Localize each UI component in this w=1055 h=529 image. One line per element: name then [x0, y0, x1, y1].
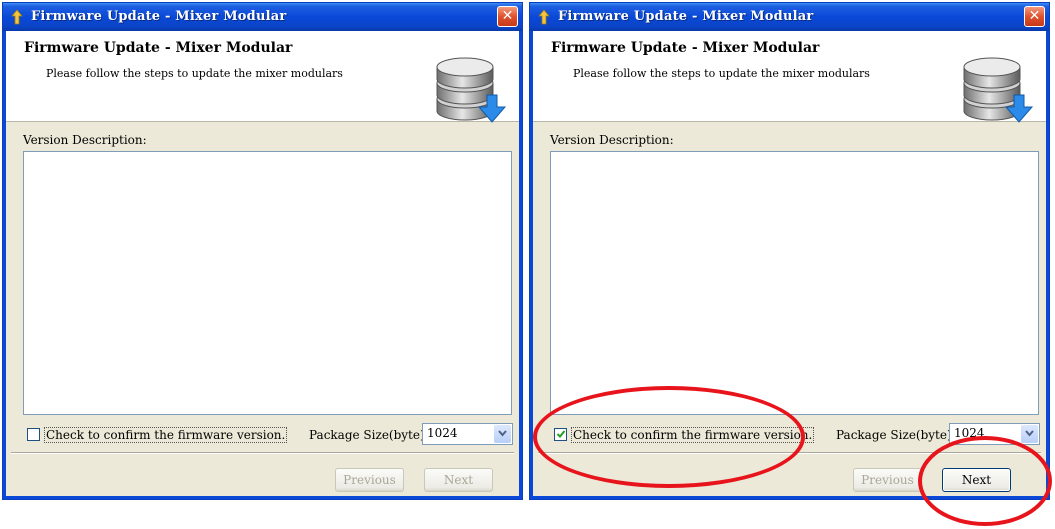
- package-size-dropdown[interactable]: 1024: [422, 423, 513, 445]
- confirm-checkbox[interactable]: [27, 428, 40, 441]
- window-frame: [530, 496, 1049, 499]
- firmware-update-window-after: Firmware Update - Mixer Modular ✕ Firmwa…: [529, 2, 1050, 500]
- database-download-icon: [436, 57, 507, 123]
- previous-button[interactable]: Previous: [853, 468, 922, 492]
- close-icon: ✕: [501, 8, 514, 24]
- firmware-update-window-before: Firmware Update - Mixer Modular ✕ Firmwa…: [2, 2, 523, 500]
- version-description-label: Version Description:: [23, 133, 147, 147]
- previous-button[interactable]: Previous: [335, 468, 404, 492]
- dropdown-button[interactable]: [1021, 425, 1038, 443]
- confirm-checkbox[interactable]: [554, 428, 567, 441]
- window-frame: [1046, 31, 1049, 499]
- next-button[interactable]: Next: [942, 468, 1011, 492]
- chevron-down-icon: [1025, 430, 1034, 437]
- close-button[interactable]: ✕: [497, 6, 518, 27]
- close-button[interactable]: ✕: [1024, 6, 1045, 27]
- confirm-checkbox-label[interactable]: Check to confirm the firmware version.: [44, 427, 288, 443]
- checkmark-icon: [556, 430, 566, 438]
- next-button[interactable]: Next: [424, 468, 493, 492]
- divider: [11, 452, 514, 454]
- app-arrow-icon: [11, 9, 23, 25]
- window-title: Firmware Update - Mixer Modular: [31, 9, 287, 24]
- header-subtitle: Please follow the steps to update the mi…: [573, 67, 870, 80]
- close-icon: ✕: [1028, 8, 1041, 24]
- dropdown-button[interactable]: [494, 425, 511, 443]
- package-size-dropdown[interactable]: 1024: [949, 423, 1040, 445]
- header-title: Firmware Update - Mixer Modular: [24, 40, 293, 56]
- wizard-header: Firmware Update - Mixer Modular Please f…: [533, 31, 1046, 123]
- package-size-label: Package Size(byte):: [836, 428, 956, 442]
- package-size-value: 1024: [954, 426, 985, 440]
- version-description-box[interactable]: [550, 151, 1039, 415]
- version-description-box[interactable]: [23, 151, 512, 415]
- wizard-header: Firmware Update - Mixer Modular Please f…: [6, 31, 519, 123]
- header-subtitle: Please follow the steps to update the mi…: [46, 67, 343, 80]
- version-description-label: Version Description:: [550, 133, 674, 147]
- window-frame: [519, 31, 522, 499]
- divider: [538, 452, 1041, 454]
- title-bar[interactable]: Firmware Update - Mixer Modular ✕: [3, 3, 522, 31]
- window-frame: [3, 496, 522, 499]
- title-bar[interactable]: Firmware Update - Mixer Modular ✕: [530, 3, 1049, 31]
- package-size-value: 1024: [427, 426, 458, 440]
- package-size-label: Package Size(byte):: [309, 428, 429, 442]
- app-arrow-icon: [538, 9, 550, 25]
- confirm-checkbox-label[interactable]: Check to confirm the firmware version.: [571, 427, 815, 443]
- database-download-icon: [963, 57, 1034, 123]
- header-title: Firmware Update - Mixer Modular: [551, 40, 820, 56]
- window-title: Firmware Update - Mixer Modular: [558, 9, 814, 24]
- chevron-down-icon: [498, 430, 507, 437]
